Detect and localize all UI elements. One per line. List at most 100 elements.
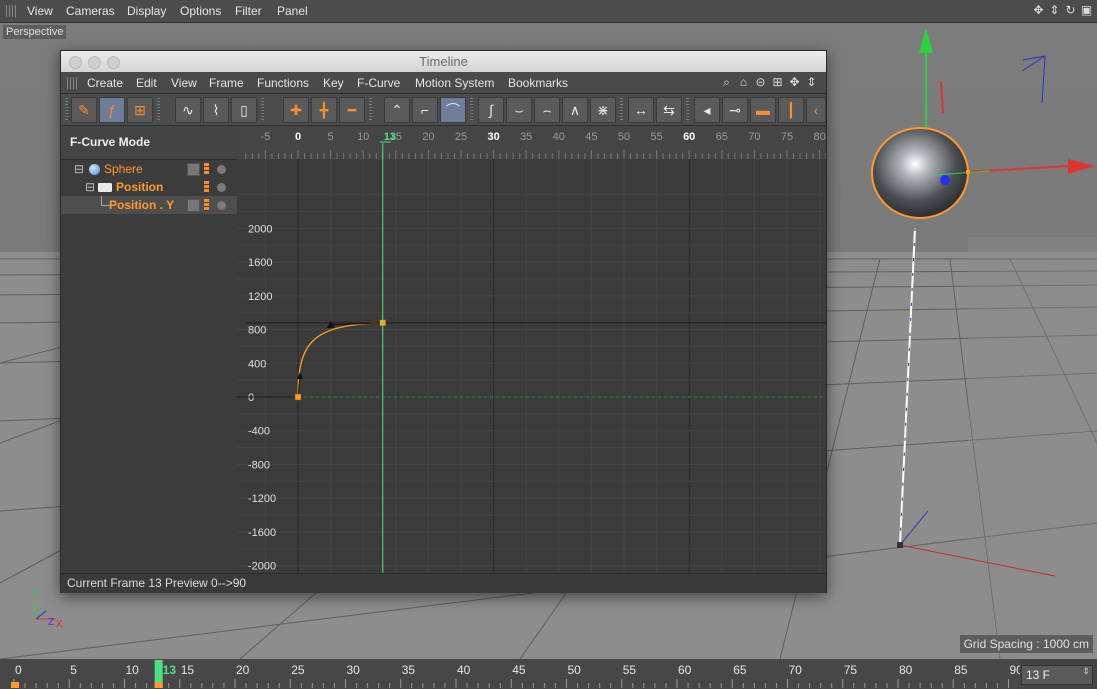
playhead-label[interactable]: 13 [384, 131, 396, 143]
add-key-icon[interactable]: ✚ [283, 97, 309, 123]
timeline-titlebar[interactable]: Timeline [61, 51, 826, 72]
menu-bookmarks[interactable]: Bookmarks [508, 76, 568, 90]
zoom-window-button[interactable] [107, 56, 120, 69]
lock-time-icon[interactable]: ◂ [694, 97, 720, 123]
ruler-tick-label: 0 [295, 131, 301, 143]
tree-item-position[interactable]: ⊟ Position [61, 178, 237, 196]
ease-in-out-icon[interactable]: ∫ [478, 97, 504, 123]
timeline-tick-label: 85 [954, 663, 968, 677]
fcurve-toggle-icon[interactable] [187, 163, 200, 176]
pan-icon[interactable]: ✥ [788, 76, 801, 89]
value-tick-label: 0 [248, 392, 254, 404]
track-color-icon [204, 163, 209, 175]
ruler-tick-label: 5 [328, 131, 334, 143]
menubar-grip-icon[interactable] [67, 77, 79, 89]
close-window-button[interactable] [69, 56, 82, 69]
more-tools-icon[interactable]: ‹ [806, 97, 826, 123]
axis-x-label: X [56, 619, 63, 630]
window-title: Timeline [419, 54, 468, 69]
break-tangent-icon[interactable]: ∧ [562, 97, 588, 123]
collapse-icon[interactable]: ⊟ [85, 178, 95, 196]
menu-key[interactable]: Key [323, 76, 344, 90]
timeline-tick-label: 10 [126, 663, 140, 677]
stepper-arrows-icon[interactable]: ⇕ [1082, 666, 1090, 677]
frame-all-icon[interactable]: ⊞ [771, 76, 784, 89]
spline-icon[interactable]: ⌒ [440, 97, 466, 123]
move-view-icon[interactable]: ✥ [1032, 4, 1045, 17]
minimize-window-button[interactable] [88, 56, 101, 69]
timeline-tick-label: 20 [236, 663, 250, 677]
timeline-keyframe-marker[interactable] [11, 682, 19, 688]
search-icon[interactable]: ⌕ [720, 76, 733, 89]
link-icon[interactable]: ⊝ [754, 76, 767, 89]
wave-alt-icon[interactable]: ⌇ [203, 97, 229, 123]
zero-angle-icon[interactable]: ↔ [628, 97, 654, 123]
fcurve-graph[interactable]: -5 0 5 10 15 20 25 30 35 40 45 50 55 60 65 70 75 80 2000 16… [237, 126, 826, 573]
rotate-view-icon[interactable]: ↻ [1064, 4, 1077, 17]
maximize-view-icon[interactable]: ▣ [1080, 4, 1093, 17]
step-icon[interactable]: ⌐ [412, 97, 438, 123]
menu-edit[interactable]: Edit [136, 76, 157, 90]
collapse-icon[interactable]: ⊟ [74, 160, 84, 178]
linear-icon[interactable]: ⌃ [384, 97, 410, 123]
dope-sheet-mode-icon[interactable]: ✎ [71, 97, 97, 123]
ruler-tick-label: 75 [781, 131, 793, 143]
menu-view[interactable]: View [171, 76, 197, 90]
menu-view[interactable]: View [27, 4, 53, 18]
wave-icon[interactable]: ∿ [175, 97, 201, 123]
ruler-tick-label: 35 [520, 131, 532, 143]
timeline-tick-label: 35 [402, 663, 416, 677]
value-tick-label: 2000 [248, 223, 272, 235]
ruler-tick-label: 45 [585, 131, 597, 143]
grid-spacing-readout: Grid Spacing : 1000 cm [959, 635, 1093, 653]
value-tick-label: 400 [248, 358, 266, 370]
timeline-tick-label: 0 [15, 663, 22, 677]
sphere-icon [89, 164, 100, 175]
zero-length-icon[interactable]: ⇆ [656, 97, 682, 123]
menu-create[interactable]: Create [87, 76, 123, 90]
unify-tangent-icon[interactable]: ⋇ [590, 97, 616, 123]
motion-mode-icon[interactable]: ⊞ [127, 97, 153, 123]
ease-in-icon[interactable]: ⌣ [506, 97, 532, 123]
timeline-keyframe-marker[interactable] [154, 682, 163, 688]
home-icon[interactable]: ⌂ [737, 76, 750, 89]
tree-item-position-y[interactable]: Position . Y [61, 196, 237, 214]
menubar-grip-icon[interactable] [6, 5, 18, 17]
ruler-tick-label: 65 [716, 131, 728, 143]
add-keys-icon[interactable]: ╋ [311, 97, 337, 123]
bracket-icon[interactable]: ▯ [231, 97, 257, 123]
fcurve-mode-icon[interactable]: ƒ [99, 97, 125, 123]
menu-filter[interactable]: Filter [235, 4, 262, 18]
tree-item-sphere[interactable]: ⊟ Sphere [61, 160, 237, 178]
menu-functions[interactable]: Functions [257, 76, 309, 90]
timeline-tick-label: 65 [733, 663, 747, 677]
track-color-icon [204, 181, 209, 193]
remove-key-icon[interactable]: ━ [339, 97, 365, 123]
track-color-icon [204, 199, 209, 211]
menu-fcurve[interactable]: F-Curve [357, 76, 400, 90]
timeline-menubar: Create Edit View Frame Functions Key F-C… [61, 72, 826, 94]
keyframe[interactable] [294, 393, 302, 401]
menu-motion-system[interactable]: Motion System [415, 76, 494, 90]
solo-dot-icon[interactable] [217, 183, 226, 192]
fcurve-toggle-icon[interactable] [187, 199, 200, 212]
menu-cameras[interactable]: Cameras [66, 4, 115, 18]
fcurve-graph-canvas: -5 0 5 10 15 20 25 30 35 40 45 50 55 60 65 70 75 80200016… [237, 126, 826, 573]
axis-y-label: Y [32, 589, 39, 600]
lock-value-icon[interactable]: ⊸ [722, 97, 748, 123]
zoom-view-icon[interactable]: ⇕ [1048, 4, 1061, 17]
scroll-icon[interactable]: ⇕ [805, 76, 818, 89]
main-timeline-ruler[interactable]: 0 5 10 15 20 25 30 35 40 45 50 55 60 65 70 75 80 85 90 13 1… [0, 659, 1097, 689]
lock-length-icon[interactable]: ┃ [778, 97, 804, 123]
timeline-tick-label: 40 [457, 663, 471, 677]
lock-tangent-icon[interactable]: ▬ [750, 97, 776, 123]
menu-display[interactable]: Display [127, 4, 166, 18]
menu-frame[interactable]: Frame [209, 76, 244, 90]
menu-options[interactable]: Options [180, 4, 221, 18]
solo-dot-icon[interactable] [217, 165, 226, 174]
menu-panel[interactable]: Panel [277, 4, 308, 18]
solo-dot-icon[interactable] [217, 201, 226, 210]
value-tick-label: -400 [248, 426, 270, 438]
viewport-label[interactable]: Perspective [3, 25, 67, 39]
ease-out-icon[interactable]: ⌢ [534, 97, 560, 123]
